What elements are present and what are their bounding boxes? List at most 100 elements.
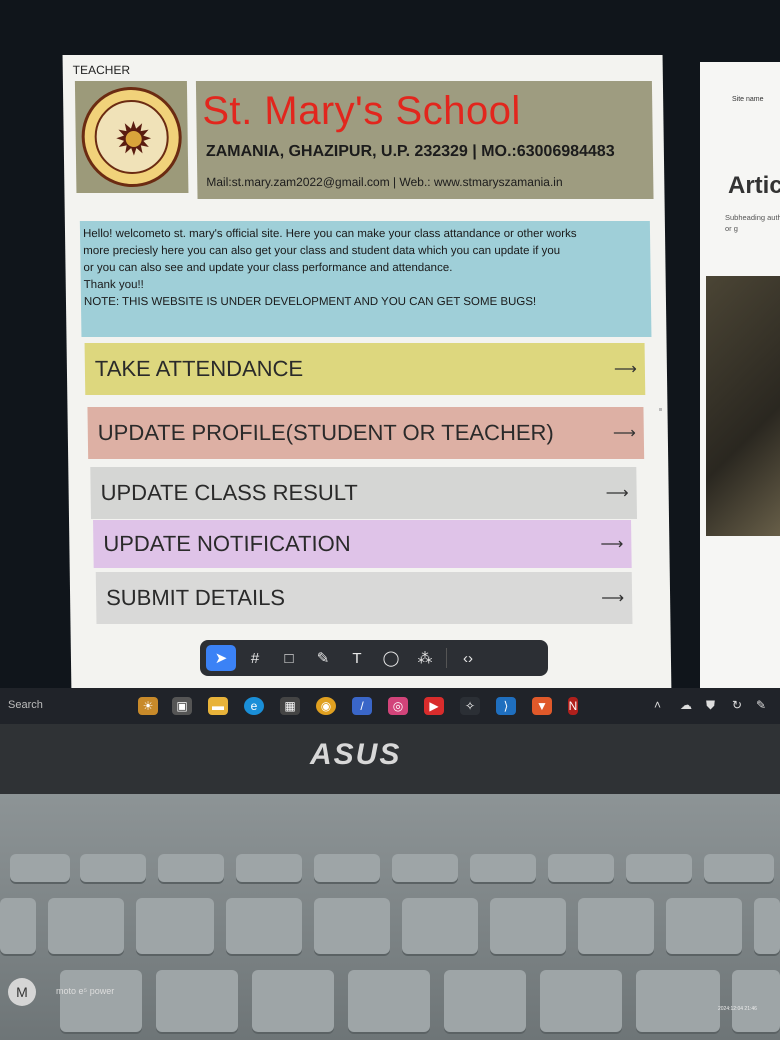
widgets-icon[interactable]: ☀	[138, 697, 158, 715]
keyboard-key	[626, 854, 692, 882]
update-notification-button[interactable]: UPDATE NOTIFICATION ⟶	[93, 520, 632, 568]
app-icon[interactable]: /	[352, 697, 372, 715]
sync-icon[interactable]: ↻	[732, 698, 742, 712]
pen-icon[interactable]: ✎	[756, 698, 766, 712]
keyboard-key	[236, 854, 302, 882]
keyboard-key	[314, 854, 380, 882]
keyboard-key	[540, 970, 622, 1032]
edge-browser-icon[interactable]: e	[244, 697, 264, 715]
keyboard-key	[60, 970, 142, 1032]
keyboard-key	[490, 898, 566, 954]
store-icon[interactable]: ▦	[280, 697, 300, 715]
taskbar-search[interactable]: Search	[8, 699, 43, 711]
keyboard-key	[48, 898, 124, 954]
pointer-tool-icon[interactable]: ➤	[206, 645, 236, 671]
keyboard-key	[252, 970, 334, 1032]
keyboard-key	[402, 898, 478, 954]
school-logo-box: ✹	[74, 81, 189, 193]
security-shield-icon[interactable]: ⛊	[706, 698, 715, 713]
app-icon-2[interactable]: ✧	[460, 697, 480, 715]
frame-tool-icon[interactable]: #	[240, 645, 270, 671]
take-attendance-button[interactable]: TAKE ATTENDANCE ⟶	[84, 343, 646, 395]
welcome-line: or you can also see and update your clas…	[83, 262, 453, 274]
keyboard-key	[314, 898, 390, 954]
arrow-right-icon: ⟶	[601, 590, 623, 607]
camera-watermark: moto e⁵ power	[56, 986, 115, 996]
youtube-icon[interactable]: ▶	[424, 697, 444, 715]
school-crest-logo: ✹	[80, 87, 183, 187]
keyboard-key	[732, 970, 780, 1032]
chrome-icon[interactable]: ◉	[316, 697, 336, 715]
crest-inner-ring: ✹	[94, 100, 170, 174]
windows-taskbar: Search ☀ ▣ ▬ e ▦ ◉ / ◎ ▶ ✧ ⟩ ▼ N ˄ ☁ ⛊ ↻…	[0, 688, 780, 724]
netflix-icon[interactable]: N	[568, 697, 578, 715]
welcome-message: Hello! welcometo st. mary's official sit…	[79, 221, 652, 337]
role-label: TEACHER	[72, 63, 131, 77]
welcome-line: Thank you!!	[83, 279, 144, 291]
design-toolbar: ➤ # □ ✎ T ◯ ⁂ ‹›	[200, 640, 548, 676]
laptop-brand-logo: ASUS	[310, 738, 402, 771]
arrow-right-icon: ⟶	[613, 361, 636, 378]
keyboard-key	[704, 854, 774, 882]
crest-center-dot	[125, 131, 142, 147]
school-web-page: TEACHER ✹ St. Mary's School ZAMANIA, GHA…	[62, 55, 672, 695]
update-profile-button[interactable]: UPDATE PROFILE(STUDENT OR TEACHER) ⟶	[87, 407, 645, 459]
pen-tool-icon[interactable]: ✎	[308, 645, 338, 671]
laptop-screen: TEACHER ✹ St. Mary's School ZAMANIA, GHA…	[0, 0, 780, 695]
keyboard-key	[348, 970, 430, 1032]
school-address: ZAMANIA, GHAZIPUR, U.P. 232329 | MO.:630…	[205, 143, 615, 160]
school-name: St. Mary's School	[202, 89, 522, 133]
text-tool-icon[interactable]: T	[342, 645, 372, 671]
comment-tool-icon[interactable]: ◯	[376, 645, 406, 671]
keyboard-key	[578, 898, 654, 954]
code-tool-icon[interactable]: ‹›	[453, 645, 483, 671]
motorola-logo-icon: M	[8, 978, 36, 1006]
camera-timestamp: 2024:12:04 21:46	[718, 1006, 757, 1012]
keyboard-key	[754, 898, 780, 954]
arrow-right-icon: ⟶	[600, 536, 622, 553]
photo-of-laptop: TEACHER ✹ St. Mary's School ZAMANIA, GHA…	[0, 0, 780, 1040]
scrollbar-thumb[interactable]	[659, 408, 662, 411]
menu-item-label: SUBMIT DETAILS	[105, 585, 286, 610]
arrow-right-icon: ⟶	[605, 485, 627, 502]
shape-tool-icon[interactable]: □	[274, 645, 304, 671]
vscode-icon[interactable]: ⟩	[496, 697, 516, 715]
instagram-icon[interactable]: ◎	[388, 697, 408, 715]
keyboard-key	[548, 854, 614, 882]
task-view-icon[interactable]: ▣	[172, 697, 192, 715]
development-note: NOTE: THIS WEBSITE IS UNDER DEVELOPMENT …	[83, 296, 537, 308]
keyboard-key	[392, 854, 458, 882]
welcome-line: more preciesly here you can also get you…	[83, 245, 561, 257]
school-contact: Mail:st.mary.zam2022@gmail.com | Web.: w…	[206, 175, 563, 189]
article-subheading: Subheading author, or g	[725, 213, 780, 233]
laptop-keyboard-deck	[0, 794, 780, 1040]
welcome-line: Hello! welcometo st. mary's official sit…	[82, 228, 577, 240]
menu-item-label: UPDATE PROFILE(STUDENT OR TEACHER)	[97, 420, 554, 445]
brave-browser-icon[interactable]: ▼	[532, 697, 552, 715]
chevron-up-icon[interactable]: ˄	[654, 698, 661, 712]
toolbar-divider	[446, 648, 447, 668]
article-image	[706, 276, 780, 536]
keyboard-key	[226, 898, 302, 954]
submit-details-button[interactable]: SUBMIT DETAILS ⟶	[95, 572, 633, 624]
arrow-right-icon: ⟶	[612, 425, 634, 442]
file-explorer-icon[interactable]: ▬	[208, 697, 228, 715]
cloud-icon[interactable]: ☁	[680, 698, 692, 712]
menu-item-label: UPDATE CLASS RESULT	[100, 480, 358, 505]
components-tool-icon[interactable]: ⁂	[410, 645, 440, 671]
menu-item-label: TAKE ATTENDANCE	[94, 356, 304, 381]
keyboard-key	[156, 970, 238, 1032]
keyboard-key	[136, 898, 214, 954]
keyboard-key	[10, 854, 70, 882]
site-name: Site name	[732, 96, 764, 103]
keyboard-key	[0, 898, 36, 954]
keyboard-key	[158, 854, 224, 882]
update-class-result-button[interactable]: UPDATE CLASS RESULT ⟶	[90, 467, 638, 519]
article-heading: Artic	[728, 172, 780, 199]
school-header: St. Mary's School ZAMANIA, GHAZIPUR, U.P…	[195, 81, 654, 199]
keyboard-key	[444, 970, 526, 1032]
keyboard-key	[666, 898, 742, 954]
keyboard-key	[470, 854, 536, 882]
keyboard-key	[80, 854, 146, 882]
side-article-page: Site name Artic Subheading author, or g	[700, 62, 780, 692]
